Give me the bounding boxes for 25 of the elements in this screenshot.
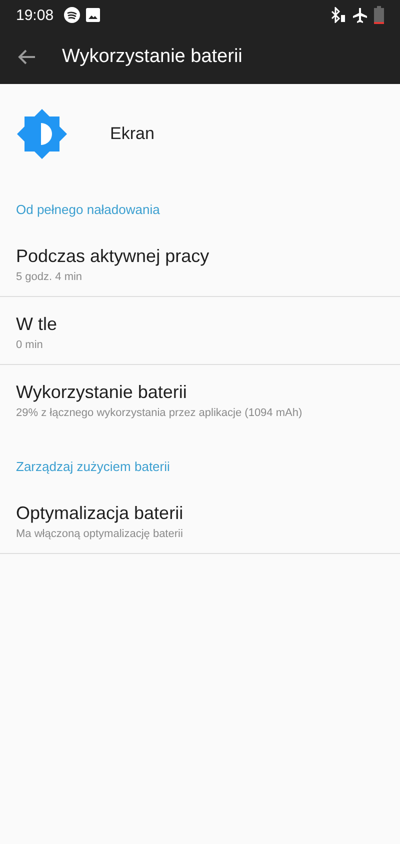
item-summary: 0 min xyxy=(16,339,44,351)
music-app-icon xyxy=(64,7,80,23)
app-name: Ekran xyxy=(110,124,154,144)
battery-low-icon xyxy=(374,6,384,24)
item-summary: Ma włączoną optymalizację baterii xyxy=(16,528,184,540)
back-arrow-icon xyxy=(18,49,36,65)
item-title: W tle xyxy=(16,314,58,335)
item-title: Optymalizacja baterii xyxy=(16,503,184,524)
item-summary: 5 godz. 4 min xyxy=(16,271,84,283)
settings-item[interactable]: Wykorzystanie baterii 29% z łącznego wykorzystania przez aplikacje (1094 mAh) xyxy=(0,365,400,433)
toolbar-title: Wykorzystanie baterii xyxy=(62,46,242,68)
bluetooth-icon xyxy=(330,7,346,23)
section-header: Zarządzaj zużyciem baterii xyxy=(15,458,171,476)
settings-item[interactable]: Optymalizacja baterii Ma włączoną optymalizację baterii xyxy=(0,486,400,554)
item-title: Wykorzystanie baterii xyxy=(16,382,188,403)
section-header: Od pełnego naładowania xyxy=(15,201,161,219)
item-summary: 29% z łącznego wykorzystania przez aplikacje (1094 mAh) xyxy=(16,407,304,419)
brightness-icon xyxy=(16,108,68,160)
airplane-icon xyxy=(352,7,368,23)
back-button[interactable] xyxy=(18,49,36,65)
image-icon xyxy=(86,8,100,22)
item-title: Podczas aktywnej pracy xyxy=(16,246,210,267)
settings-item[interactable]: W tle 0 min xyxy=(0,297,400,365)
status-time: 19:08 xyxy=(16,6,54,24)
settings-item[interactable]: Podczas aktywnej pracy 5 godz. 4 min xyxy=(0,229,400,297)
